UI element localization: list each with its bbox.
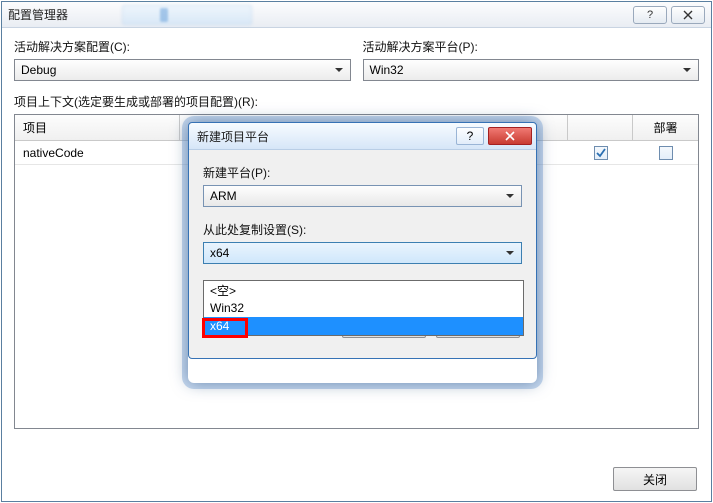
background-tab-accent (160, 8, 168, 22)
active-config-combo[interactable]: Debug (14, 59, 351, 81)
col-build[interactable] (568, 115, 633, 140)
cell-build (568, 146, 633, 160)
background-tab (122, 5, 252, 25)
new-platform-label: 新建平台(P): (203, 164, 522, 181)
copy-from-value: x64 (210, 246, 229, 260)
active-platform-label: 活动解决方案平台(P): (363, 38, 700, 55)
copy-from-combo[interactable]: x64 (203, 242, 522, 264)
deploy-checkbox[interactable] (659, 146, 673, 160)
context-label: 项目上下文(选定要生成或部署的项目配置)(R): (14, 93, 699, 110)
active-config-value: Debug (21, 63, 56, 77)
dropdown-item-win32[interactable]: Win32 (204, 299, 523, 317)
col-deploy[interactable]: 部署 (633, 115, 698, 140)
copy-from-label: 从此处复制设置(S): (203, 221, 522, 238)
modal-close-button[interactable] (488, 127, 532, 145)
window-title: 配置管理器 (8, 6, 629, 23)
chevron-down-icon (330, 62, 348, 78)
dropdown-item-empty[interactable]: <空> (204, 281, 523, 299)
build-checkbox[interactable] (594, 146, 608, 160)
new-project-platform-dialog: 新建项目平台 ? 新建平台(P): ARM 从此处复制设置(S): x64 确定 (188, 122, 537, 359)
new-platform-combo[interactable]: ARM (203, 185, 522, 207)
main-footer: 关闭 (613, 467, 697, 491)
platform-col: 活动解决方案平台(P): Win32 (363, 38, 700, 81)
active-platform-value: Win32 (370, 63, 404, 77)
new-platform-value: ARM (210, 189, 237, 203)
help-button[interactable]: ? (633, 6, 667, 24)
modal-help-button[interactable]: ? (456, 127, 484, 145)
modal-title: 新建项目平台 (197, 128, 456, 145)
active-config-label: 活动解决方案配置(C): (14, 38, 351, 55)
config-col: 活动解决方案配置(C): Debug (14, 38, 351, 81)
dropdown-item-x64[interactable]: x64 (204, 317, 523, 335)
chevron-down-icon (501, 188, 519, 204)
close-button[interactable]: 关闭 (613, 467, 697, 491)
titlebar: 配置管理器 ? (2, 2, 711, 28)
close-icon[interactable] (671, 6, 705, 24)
chevron-down-icon (678, 62, 696, 78)
modal-titlebar: 新建项目平台 ? (189, 123, 536, 150)
close-button-label: 关闭 (643, 471, 667, 488)
col-project[interactable]: 项目 (15, 115, 180, 140)
active-platform-combo[interactable]: Win32 (363, 59, 700, 81)
cell-deploy (633, 146, 698, 160)
cell-project: nativeCode (15, 146, 180, 160)
copy-from-dropdown: <空> Win32 x64 (203, 280, 524, 336)
chevron-down-icon (501, 245, 519, 261)
config-row: 活动解决方案配置(C): Debug 活动解决方案平台(P): Win32 (14, 38, 699, 81)
